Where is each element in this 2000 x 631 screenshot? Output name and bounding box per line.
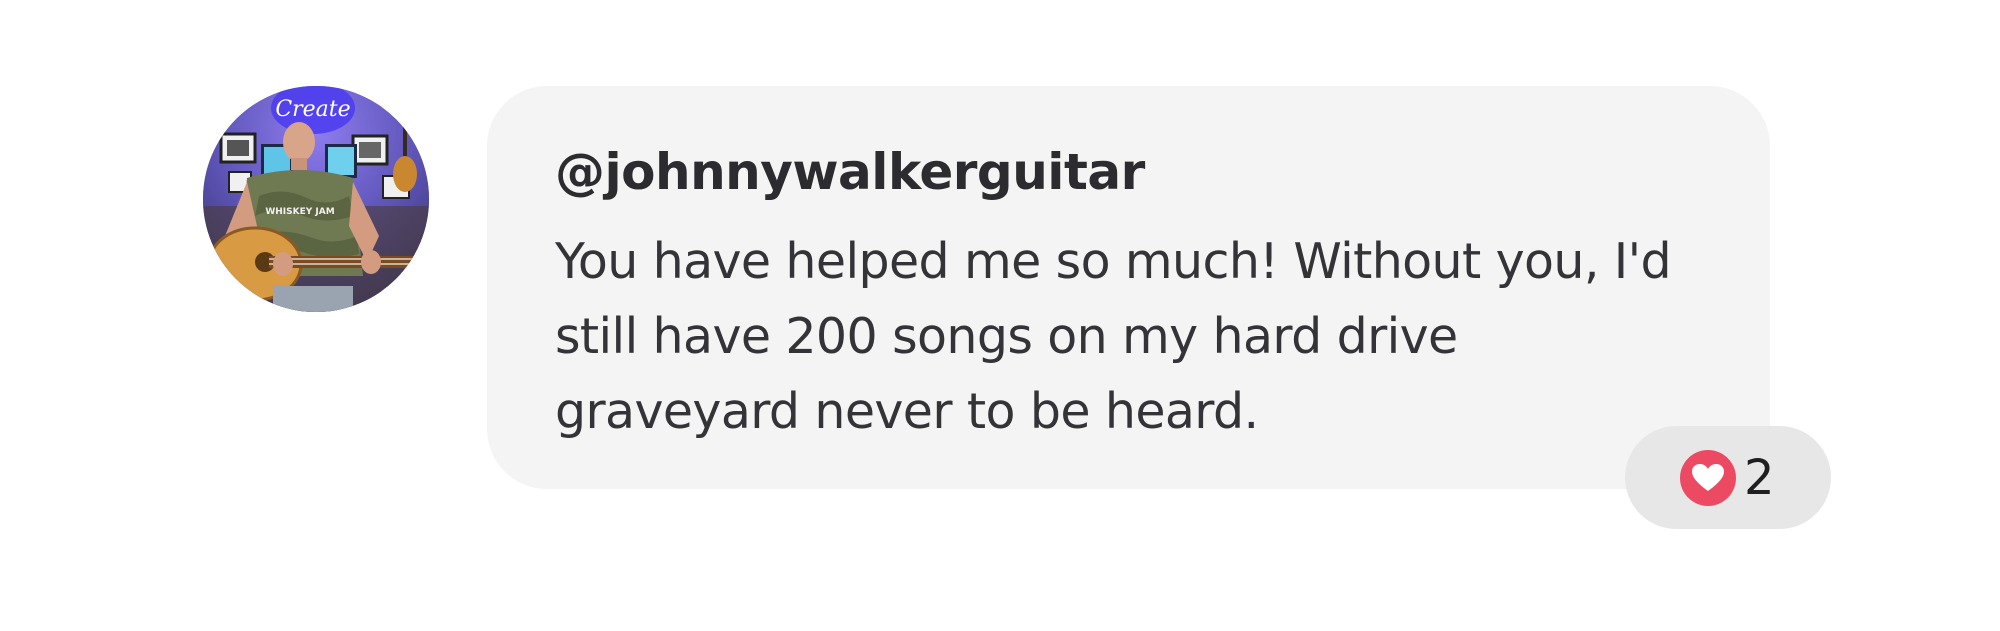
avatar-photo: Create WHISKEY JAM <box>203 86 429 312</box>
reaction-button[interactable]: 2 <box>1625 426 1831 529</box>
comment-text: You have helped me so much! Without you,… <box>555 233 1672 440</box>
neon-sign-text: Create <box>275 97 350 122</box>
heart-icon <box>1680 449 1736 506</box>
comment-username[interactable]: @johnnywalkerguitar <box>555 140 1710 204</box>
comment-bubble: @johnnywalkerguitar You have helped me s… <box>487 86 1770 489</box>
reaction-count: 2 <box>1744 449 1775 506</box>
avatar[interactable]: Create WHISKEY JAM <box>203 86 429 312</box>
shirt-text: WHISKEY JAM <box>265 207 334 217</box>
